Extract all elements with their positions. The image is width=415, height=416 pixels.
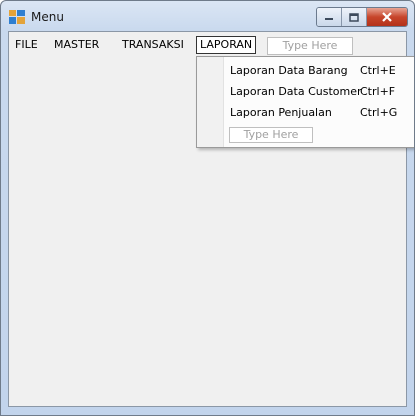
minimize-icon [325, 18, 333, 20]
caption-buttons [316, 7, 408, 27]
dropdown-item-shortcut: Ctrl+E [360, 64, 396, 77]
dropdown-item-label: Laporan Data Barang [230, 64, 348, 77]
close-icon [382, 12, 392, 22]
minimize-button[interactable] [317, 8, 342, 26]
dropdown-type-here[interactable]: Type Here [229, 127, 313, 143]
menubar-type-here[interactable]: Type Here [267, 37, 353, 55]
title-bar[interactable]: Menu [1, 1, 414, 31]
maximize-button[interactable] [342, 8, 367, 26]
dropdown-item-laporan-data-barang[interactable]: Laporan Data Barang Ctrl+E [230, 63, 410, 79]
dropdown-item-label: Laporan Penjualan [230, 106, 332, 119]
laporan-dropdown: Laporan Data Barang Ctrl+E Laporan Data … [196, 56, 414, 148]
dropdown-item-laporan-data-customer[interactable]: Laporan Data Customer Ctrl+F [230, 84, 410, 100]
form-client-area: FILE MASTER TRANSAKSI LAPORAN Type Here … [8, 31, 414, 407]
window-title: Menu [31, 10, 64, 24]
dropdown-item-shortcut: Ctrl+G [360, 106, 398, 119]
menu-bar: FILE MASTER TRANSAKSI LAPORAN Type Here [9, 32, 406, 56]
maximize-icon [349, 12, 359, 22]
menu-file[interactable]: FILE [15, 37, 38, 53]
dropdown-item-label: Laporan Data Customer [230, 85, 362, 98]
menu-master[interactable]: MASTER [54, 37, 99, 53]
app-window-icon [9, 10, 25, 24]
dropdown-item-shortcut: Ctrl+F [360, 85, 396, 98]
menu-laporan[interactable]: LAPORAN [196, 36, 257, 54]
dropdown-item-laporan-penjualan[interactable]: Laporan Penjualan Ctrl+G [230, 105, 410, 121]
menu-transaksi[interactable]: TRANSAKSI [122, 37, 184, 53]
app-window: Menu FILE MASTER TRANSAKSI LAPORAN Type … [0, 0, 415, 416]
dropdown-gutter [197, 57, 224, 147]
close-button[interactable] [367, 8, 407, 26]
